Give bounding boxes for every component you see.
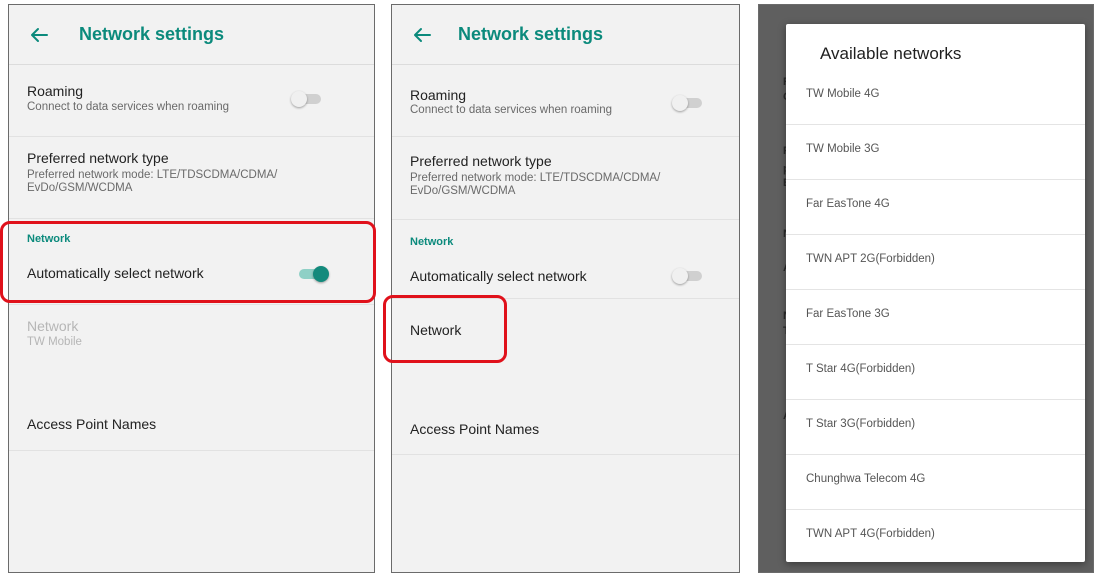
highlight-network-item bbox=[383, 295, 507, 363]
preferred-network-type-setting[interactable]: Preferred network type Preferred network… bbox=[9, 137, 374, 219]
network-option[interactable]: TW Mobile 4G bbox=[786, 70, 1085, 125]
arrow-left-icon[interactable] bbox=[27, 23, 51, 47]
access-point-names-setting[interactable]: Access Point Names bbox=[9, 385, 374, 451]
screen-network-settings-manual: Network settings Roaming Connect to data… bbox=[391, 4, 740, 573]
roaming-subtitle: Connect to data services when roaming bbox=[410, 104, 612, 116]
page-title: Network settings bbox=[458, 24, 604, 44]
preferred-network-type-setting[interactable]: Preferred network type Preferred network… bbox=[392, 137, 739, 220]
apn-title: Access Point Names bbox=[27, 416, 157, 432]
section-header-network: Network bbox=[410, 236, 454, 248]
network-option[interactable]: TWN APT 4G(Forbidden) bbox=[786, 510, 1085, 562]
roaming-setting[interactable]: Roaming Connect to data services when ro… bbox=[9, 65, 374, 137]
available-networks-dialog: Available networks TW Mobile 4G TW Mobil… bbox=[786, 24, 1085, 562]
network-option[interactable]: TWN APT 2G(Forbidden) bbox=[786, 235, 1085, 290]
network-option[interactable]: T Star 4G(Forbidden) bbox=[786, 345, 1085, 400]
network-option[interactable]: Far EasTone 3G bbox=[786, 290, 1085, 345]
screen-available-networks: R C P p E N A N T A Available networks T… bbox=[758, 4, 1094, 573]
network-title: Network bbox=[27, 318, 79, 334]
network-option[interactable]: Chunghwa Telecom 4G bbox=[786, 455, 1085, 510]
apn-title: Access Point Names bbox=[410, 421, 540, 437]
roaming-setting[interactable]: Roaming Connect to data services when ro… bbox=[392, 65, 739, 137]
network-subtitle: TW Mobile bbox=[27, 336, 82, 348]
page-title: Network settings bbox=[79, 24, 225, 44]
roaming-title: Roaming bbox=[27, 83, 84, 99]
preferred-network-title: Preferred network type bbox=[27, 150, 169, 166]
app-bar: Network settings bbox=[392, 5, 739, 65]
roaming-toggle[interactable] bbox=[672, 95, 704, 111]
auto-select-network-setting[interactable]: Automatically select network bbox=[392, 251, 739, 299]
network-option[interactable]: T Star 3G(Forbidden) bbox=[786, 400, 1085, 455]
auto-select-toggle[interactable] bbox=[672, 268, 704, 284]
network-option[interactable]: Far EasTone 4G bbox=[786, 180, 1085, 235]
preferred-network-subtitle-line2: EvDo/GSM/WCDMA bbox=[27, 182, 133, 194]
highlight-auto-select bbox=[0, 221, 376, 303]
preferred-network-subtitle-line1: Preferred network mode: LTE/TDSCDMA/CDMA… bbox=[27, 169, 278, 181]
network-option[interactable]: TW Mobile 3G bbox=[786, 125, 1085, 180]
preferred-network-subtitle-line2: EvDo/GSM/WCDMA bbox=[410, 185, 516, 197]
roaming-title: Roaming bbox=[410, 87, 467, 103]
network-setting: Network TW Mobile bbox=[9, 305, 374, 385]
arrow-left-icon[interactable] bbox=[410, 23, 434, 47]
access-point-names-setting[interactable]: Access Point Names bbox=[392, 389, 739, 455]
roaming-toggle[interactable] bbox=[291, 91, 323, 107]
preferred-network-subtitle-line1: Preferred network mode: LTE/TDSCDMA/CDMA… bbox=[410, 172, 661, 184]
roaming-subtitle: Connect to data services when roaming bbox=[27, 101, 229, 113]
app-bar: Network settings bbox=[9, 5, 374, 65]
preferred-network-title: Preferred network type bbox=[410, 153, 552, 169]
dialog-title: Available networks bbox=[820, 44, 962, 63]
auto-select-title: Automatically select network bbox=[410, 268, 587, 284]
